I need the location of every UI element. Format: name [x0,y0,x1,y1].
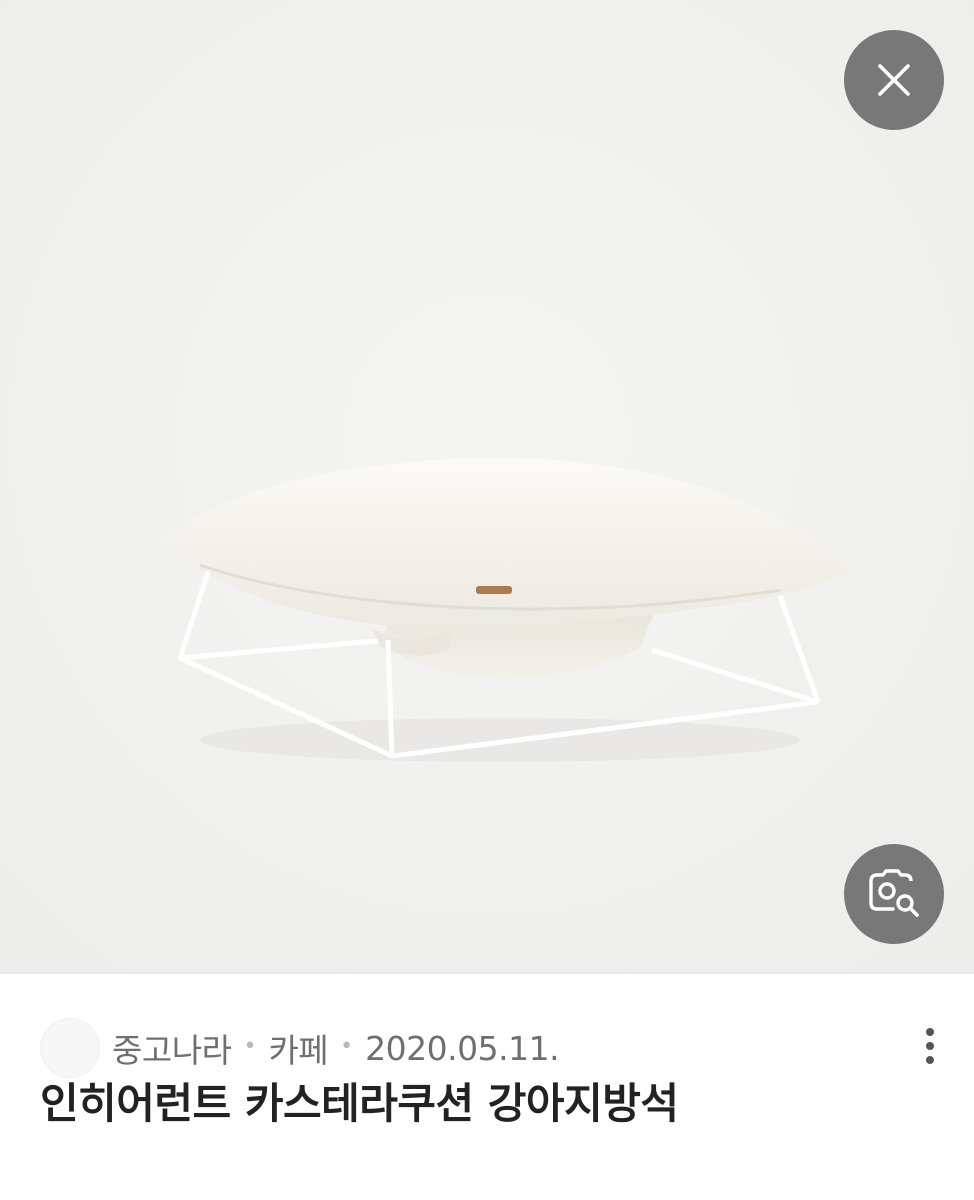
source-row[interactable]: 중고나라 • 카페 • 2020.05.11. [40,1018,560,1078]
image-viewer [0,0,974,972]
post-date: 2020.05.11. [365,1028,560,1068]
result-info: 중고나라 • 카페 • 2020.05.11. 인히어런트 카스테라쿠션 강아지… [0,974,974,1200]
more-vertical-icon-dot [926,1056,934,1064]
source-name: 중고나라 [112,1031,232,1070]
source-avatar [40,1018,100,1078]
result-title[interactable]: 인히어런트 카스테라쿠션 강아지방석 [40,1070,679,1131]
separator-dot: • [243,1033,257,1059]
more-options-button[interactable] [918,1024,942,1068]
more-vertical-icon [926,1028,934,1036]
close-icon [878,64,910,96]
separator-dot: • [340,1033,354,1059]
close-button[interactable] [844,30,944,130]
image-search-icon [869,869,919,917]
image-search-button[interactable] [844,844,944,944]
more-vertical-icon-dot [926,1042,934,1050]
source-type: 카페 [268,1031,329,1070]
product-image [0,0,974,972]
